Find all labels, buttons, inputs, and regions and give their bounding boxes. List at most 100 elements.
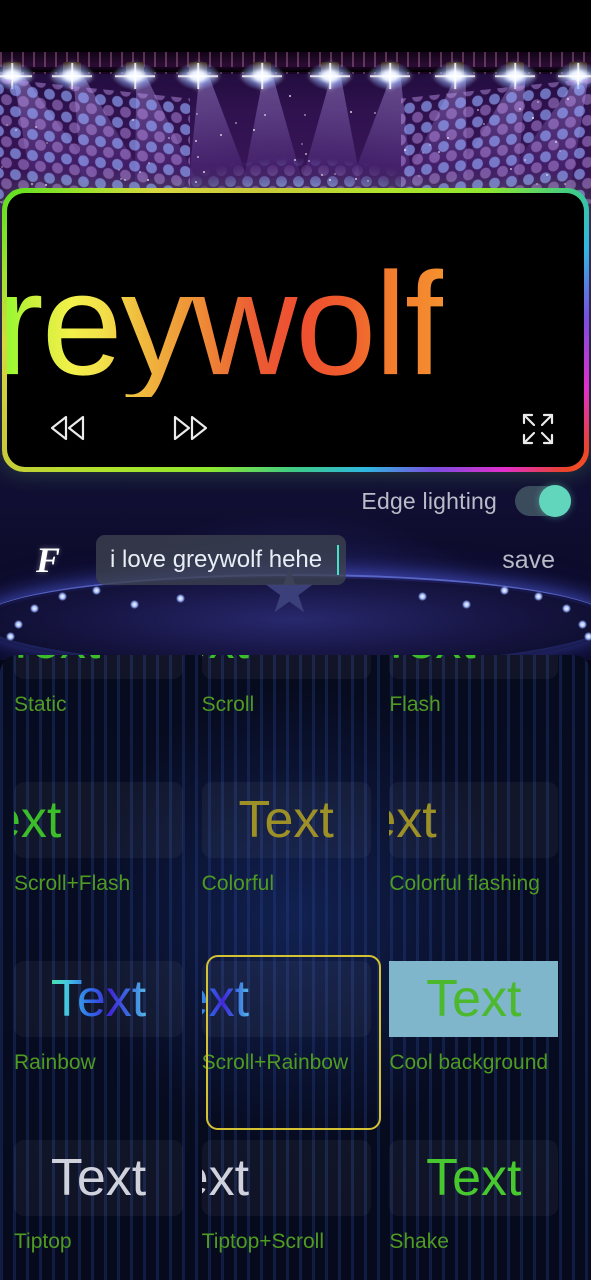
expand-icon[interactable]	[518, 409, 558, 449]
effect-label: Tiptop+Scroll	[201, 1230, 325, 1253]
effect-tile-tiptop[interactable]: Text Tiptop	[14, 1136, 202, 1280]
preview-screen[interactable]: reywolf	[7, 193, 584, 467]
sparkle	[428, 143, 431, 146]
stage-rim-light	[58, 592, 67, 601]
sparkle	[131, 119, 134, 122]
effect-preview-swatch: Text	[389, 961, 559, 1037]
effect-preview-swatch: ext	[201, 1140, 371, 1216]
spotlight-flare	[240, 62, 284, 90]
stage-rim-light	[578, 620, 587, 629]
effect-tile-flash[interactable]: Text Flash	[389, 655, 577, 778]
stage-rim-light	[462, 600, 471, 609]
effect-tile-scroll-flash[interactable]: ext Scroll+Flash	[14, 778, 202, 957]
sparkle	[566, 97, 569, 100]
effect-sample-text: ext	[202, 1149, 250, 1207]
effect-label: Scroll+Flash	[14, 872, 131, 895]
spotlight-flare	[368, 62, 412, 90]
stage-rim-light	[6, 632, 15, 641]
effect-tile-scroll-rainbow[interactable]: ext Scroll+Rainbow	[201, 955, 390, 1136]
effect-tile-shake[interactable]: Text Shake	[389, 1136, 577, 1280]
sparkle	[350, 110, 353, 113]
stage-rim-light	[130, 600, 139, 609]
font-picker-icon[interactable]: F	[0, 539, 96, 581]
sparkle	[167, 136, 170, 139]
effect-tile-static[interactable]: Text Static	[14, 655, 202, 778]
effect-preview-swatch: ext	[201, 655, 371, 679]
stage-rim-light	[176, 594, 185, 603]
effect-tile-colorful[interactable]: Text Colorful	[201, 778, 390, 957]
fast-forward-icon[interactable]	[167, 413, 213, 443]
effect-preview-swatch: ext	[389, 782, 559, 858]
effect-tile-colorful-flashing[interactable]: ext Colorful flashing	[389, 778, 577, 957]
stage-rim-light	[534, 592, 543, 601]
sparkle	[289, 95, 292, 98]
edge-lighting-label: Edge lighting	[361, 487, 497, 514]
rewind-icon[interactable]	[45, 413, 91, 443]
effect-tile-scroll[interactable]: ext Scroll	[201, 655, 390, 778]
sparkle	[6, 123, 9, 126]
effect-sample-text: ext	[14, 791, 62, 849]
sparkle	[300, 143, 303, 146]
spotlight-flare	[176, 62, 220, 90]
sparkle	[373, 111, 376, 114]
stage-rim-light	[30, 604, 39, 613]
edge-lighting-row: Edge lighting	[0, 482, 591, 520]
effect-preview-swatch: Text	[14, 655, 183, 679]
sparkle	[545, 174, 548, 177]
sparkle	[45, 141, 48, 144]
effect-label: Rainbow	[14, 1051, 96, 1074]
effect-tile-tiptop-scroll[interactable]: ext Tiptop+Scroll	[201, 1136, 390, 1280]
effect-preview-swatch: Text	[14, 961, 183, 1037]
status-bar-area	[0, 0, 591, 52]
stage-rim-light	[418, 592, 427, 601]
effect-label: Tiptop	[14, 1230, 72, 1253]
preview-text: reywolf	[7, 251, 445, 397]
sparkle	[0, 200, 3, 203]
effect-sample-text: Text	[50, 1149, 147, 1207]
message-input[interactable]	[96, 535, 346, 585]
effect-label: Flash	[389, 693, 441, 716]
effect-sample-text: ext	[202, 973, 249, 1025]
effect-preview-swatch: Text	[389, 655, 559, 679]
text-caret	[337, 545, 339, 575]
effect-label: Scroll	[201, 693, 255, 716]
effect-label: Cool background	[389, 1051, 549, 1074]
preview-panel[interactable]: reywolf	[2, 188, 589, 472]
stage-rim-light	[14, 620, 23, 629]
effect-preview-swatch: ext	[14, 782, 183, 858]
effect-preview-swatch: Text	[389, 1140, 559, 1216]
effect-label: Colorful	[201, 872, 275, 895]
sparkle	[482, 122, 485, 125]
effect-sample-text: Text	[389, 655, 475, 667]
sparkle	[119, 178, 122, 181]
spotlight-flare	[433, 62, 477, 90]
sparkle	[0, 165, 3, 168]
effect-preview-swatch: ext	[201, 961, 371, 1037]
effect-preview-swatch: Text	[201, 782, 371, 858]
app-root: ★ reywolf	[0, 0, 591, 1280]
save-button[interactable]: save	[502, 546, 555, 575]
effect-tile-rainbow[interactable]: Text Rainbow	[14, 957, 202, 1136]
effect-label: Scroll+Rainbow	[201, 1051, 349, 1074]
sparkle	[563, 182, 566, 185]
sparkle	[304, 114, 307, 117]
sparkle	[531, 116, 534, 119]
effect-sample-text: Text	[426, 970, 522, 1028]
effect-tile-cool-background[interactable]: Text Cool background	[389, 957, 577, 1136]
sparkle	[235, 121, 238, 124]
effect-preview-swatch: Text	[14, 1140, 183, 1216]
effect-label: Colorful flashing	[389, 872, 540, 895]
effect-sample-text: ext	[389, 791, 437, 849]
edge-lighting-toggle[interactable]	[515, 485, 571, 517]
sparkle	[219, 133, 222, 136]
sparkle	[44, 183, 47, 186]
effect-sample-text: Text	[50, 970, 147, 1028]
effect-sample-text: Text	[238, 791, 334, 849]
effect-sample-text: Text	[14, 655, 100, 667]
spotlight-flare	[113, 62, 157, 90]
sparkle	[320, 173, 323, 176]
sparkle	[196, 156, 199, 159]
stage-rim-light	[562, 604, 571, 613]
spotlight-flare	[308, 62, 352, 90]
toggle-knob	[539, 485, 571, 517]
